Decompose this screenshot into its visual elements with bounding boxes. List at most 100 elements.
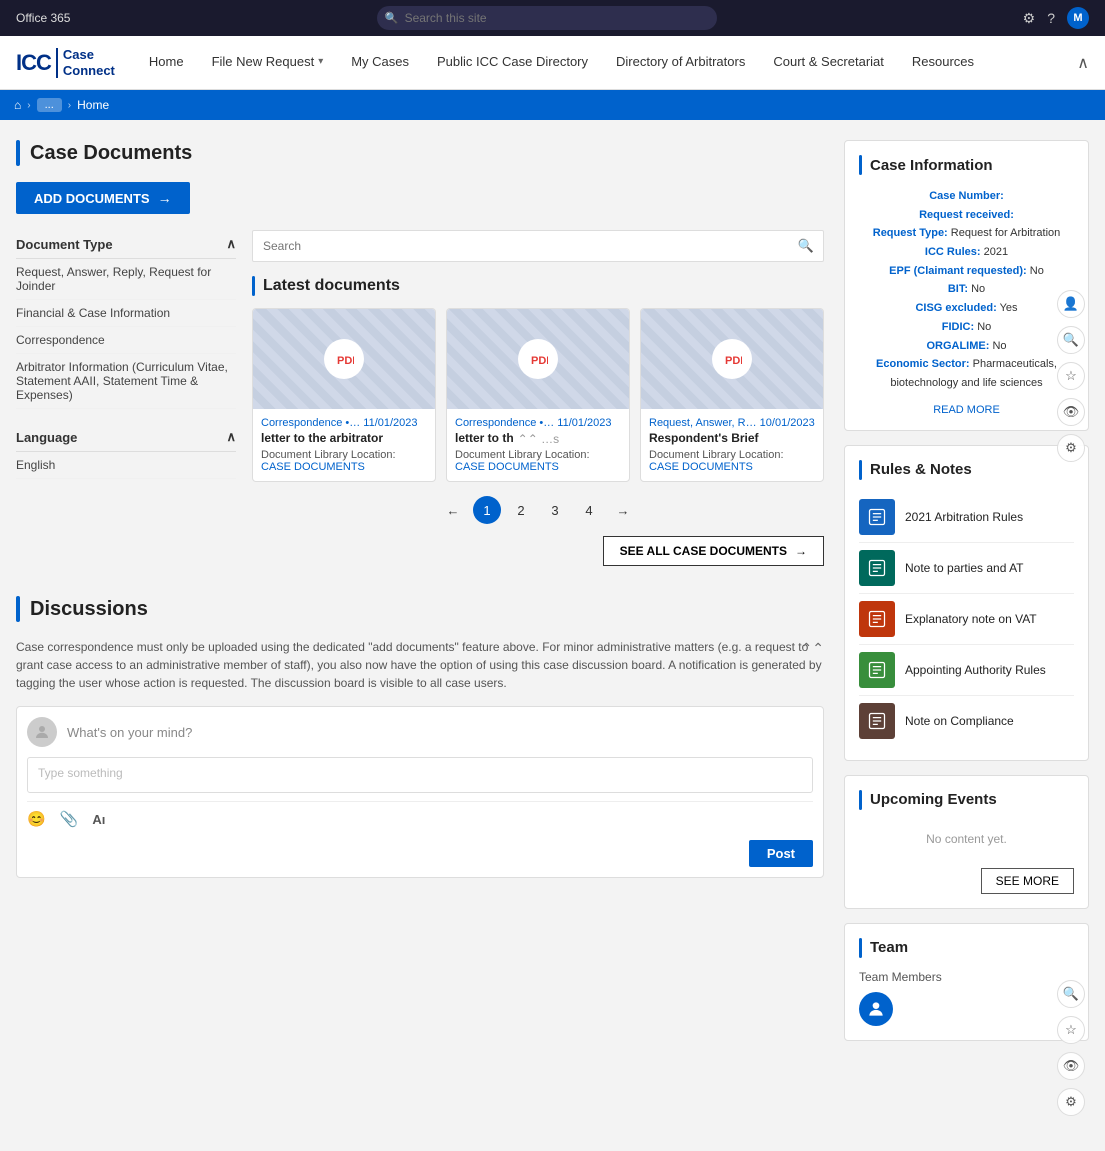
doc-card: PDF Correspondence •… 11/01/2023 letter … (252, 308, 436, 482)
rule-item[interactable]: Explanatory note on VAT (859, 594, 1074, 645)
doc-type-filter-header[interactable]: Document Type ∧ (16, 230, 236, 259)
emoji-icon[interactable]: 😊 (27, 810, 46, 828)
panel-star-icon[interactable]: ☆ (1057, 362, 1085, 390)
top-search-input[interactable] (377, 6, 717, 30)
rule-item[interactable]: 2021 Arbitration Rules (859, 492, 1074, 543)
rule-thumb-2 (859, 550, 895, 586)
read-more-link[interactable]: READ MORE (933, 404, 1000, 416)
team-heading: Team (870, 939, 908, 956)
filter-request[interactable]: Request, Answer, Reply, Request for Join… (16, 259, 236, 300)
team-member-avatar[interactable] (859, 992, 893, 1026)
case-info-card: Case Information Case Number: Request re… (844, 140, 1089, 431)
comment-input-placeholder: Type something (38, 766, 123, 780)
post-button[interactable]: Post (749, 840, 813, 867)
nav-public-directory[interactable]: Public ICC Case Directory (423, 36, 602, 90)
nav-arbitrators[interactable]: Directory of Arbitrators (602, 36, 759, 90)
right-panel-wrapper: 👤 🔍 ☆ 👁 ⚙ Case Information Case Number: … (844, 140, 1089, 1055)
see-all-case-docs-button[interactable]: SEE ALL CASE DOCUMENTS → (603, 536, 824, 566)
page-4-button[interactable]: 4 (575, 496, 603, 524)
nav-court-secretariat[interactable]: Court & Secretariat (759, 36, 898, 90)
doc-card: PDF Correspondence •… 11/01/2023 letter … (446, 308, 630, 482)
attach-icon[interactable]: 📎 (60, 810, 79, 828)
doc-card-body: Correspondence •… 11/01/2023 letter to t… (253, 409, 435, 481)
top-search-area: 🔍 (86, 6, 1006, 30)
page-3-button[interactable]: 3 (541, 496, 569, 524)
rule-item[interactable]: Appointing Authority Rules (859, 645, 1074, 696)
panel-user-icon[interactable]: 👤 (1057, 290, 1085, 318)
see-all-row: SEE ALL CASE DOCUMENTS → (252, 536, 824, 566)
doc-loc-link[interactable]: CASE DOCUMENTS (649, 461, 753, 473)
rule-item[interactable]: Note to parties and AT (859, 543, 1074, 594)
epf-val: No (1030, 265, 1044, 277)
economic-sector-label: Economic Sector: (876, 358, 970, 370)
breadcrumb-ellipsis[interactable]: ... (37, 98, 62, 112)
nav-home[interactable]: Home (135, 36, 198, 90)
doc-loc-link[interactable]: CASE DOCUMENTS (455, 461, 559, 473)
panel2-eye-icon[interactable]: 👁 (1057, 1052, 1085, 1080)
filter-arbitrator[interactable]: Arbitrator Information (Curriculum Vitae… (16, 354, 236, 409)
no-events-label: No content yet. (859, 822, 1074, 856)
blue-accent-bar (16, 140, 20, 166)
events-blue-bar (859, 790, 862, 810)
nav-expand-icon[interactable]: ∧ (1077, 53, 1089, 73)
filter-correspondence[interactable]: Correspondence (16, 327, 236, 354)
fidic-val: No (977, 321, 991, 333)
doc-card-type: Request, Answer, R… 10/01/2023 (649, 417, 815, 429)
next-page-button[interactable]: → (609, 496, 637, 524)
breadcrumb-current: Home (77, 98, 109, 112)
panel2-gear-icon[interactable]: ⚙ (1057, 1088, 1085, 1116)
see-all-label: SEE ALL CASE DOCUMENTS (620, 544, 787, 558)
comment-prompt[interactable]: What's on your mind? (67, 725, 192, 740)
page-1-button[interactable]: 1 (473, 496, 501, 524)
page-2-button[interactable]: 2 (507, 496, 535, 524)
doc-search-icon: 🔍 (798, 238, 814, 254)
doc-search-input[interactable] (252, 230, 824, 262)
discussions-section: Discussions Case correspondence must onl… (16, 596, 824, 878)
rule-item[interactable]: Note on Compliance (859, 696, 1074, 746)
comment-header: What's on your mind? (27, 717, 813, 747)
add-documents-button[interactable]: ADD DOCUMENTS → (16, 182, 190, 214)
doc-type-collapse-icon: ∧ (226, 236, 236, 252)
format-icon[interactable]: Aı (92, 812, 105, 827)
comment-input[interactable]: Type something (27, 757, 813, 793)
panel2-search-icon[interactable]: 🔍 (1057, 980, 1085, 1008)
rule-name-1: 2021 Arbitration Rules (905, 510, 1023, 524)
doc-cards-row: PDF Correspondence •… 11/01/2023 letter … (252, 308, 824, 482)
language-filter-header[interactable]: Language ∧ (16, 423, 236, 452)
nav-resources[interactable]: Resources (898, 36, 988, 90)
see-more-events-button[interactable]: SEE MORE (981, 868, 1074, 894)
rules-notes-card: Rules & Notes 2021 Arbitration Rules Not… (844, 445, 1089, 761)
see-more-row: SEE MORE (859, 864, 1074, 894)
upcoming-events-card: Upcoming Events No content yet. SEE MORE (844, 775, 1089, 909)
doc-search-row: 🔍 (252, 230, 824, 262)
doc-loc-link[interactable]: CASE DOCUMENTS (261, 461, 365, 473)
filter-english[interactable]: English (16, 452, 236, 479)
case-info-title-row: Case Information (859, 155, 1074, 175)
bit-val: No (971, 283, 985, 295)
team-members-label: Team Members (859, 970, 1074, 984)
breadcrumb-home-icon[interactable]: ⌂ (14, 98, 21, 112)
rule-name-2: Note to parties and AT (905, 561, 1024, 575)
pdf-icon: PDF (712, 339, 752, 379)
nav-my-cases[interactable]: My Cases (337, 36, 423, 90)
pdf-icon: PDF (324, 339, 364, 379)
gear-icon[interactable]: ⚙ (1023, 10, 1036, 27)
language-label: Language (16, 430, 77, 445)
filter-financial[interactable]: Financial & Case Information (16, 300, 236, 327)
user-avatar[interactable]: M (1067, 7, 1089, 29)
nav-file-request[interactable]: File New Request ▾ (198, 36, 338, 90)
fidic-label: FIDIC: (942, 321, 974, 333)
panel-gear-icon[interactable]: ⚙ (1057, 434, 1085, 462)
breadcrumb-bar: ⌂ › ... › Home (0, 90, 1105, 120)
panel2-star-icon[interactable]: ☆ (1057, 1016, 1085, 1044)
doc-card-body: Correspondence •… 11/01/2023 letter to t… (447, 409, 629, 481)
logo-text: Case Connect (63, 47, 115, 78)
collapse-discussion-icon[interactable]: ⌃⌃ (801, 638, 824, 659)
help-icon[interactable]: ? (1047, 10, 1055, 26)
team-blue-bar (859, 938, 862, 958)
prev-page-button[interactable]: ← (439, 496, 467, 524)
panel-eye-icon[interactable]: 👁 (1057, 398, 1085, 426)
discussion-description: Case correspondence must only be uploade… (16, 638, 824, 692)
panel-search-icon[interactable]: 🔍 (1057, 326, 1085, 354)
rule-name-3: Explanatory note on VAT (905, 612, 1037, 626)
